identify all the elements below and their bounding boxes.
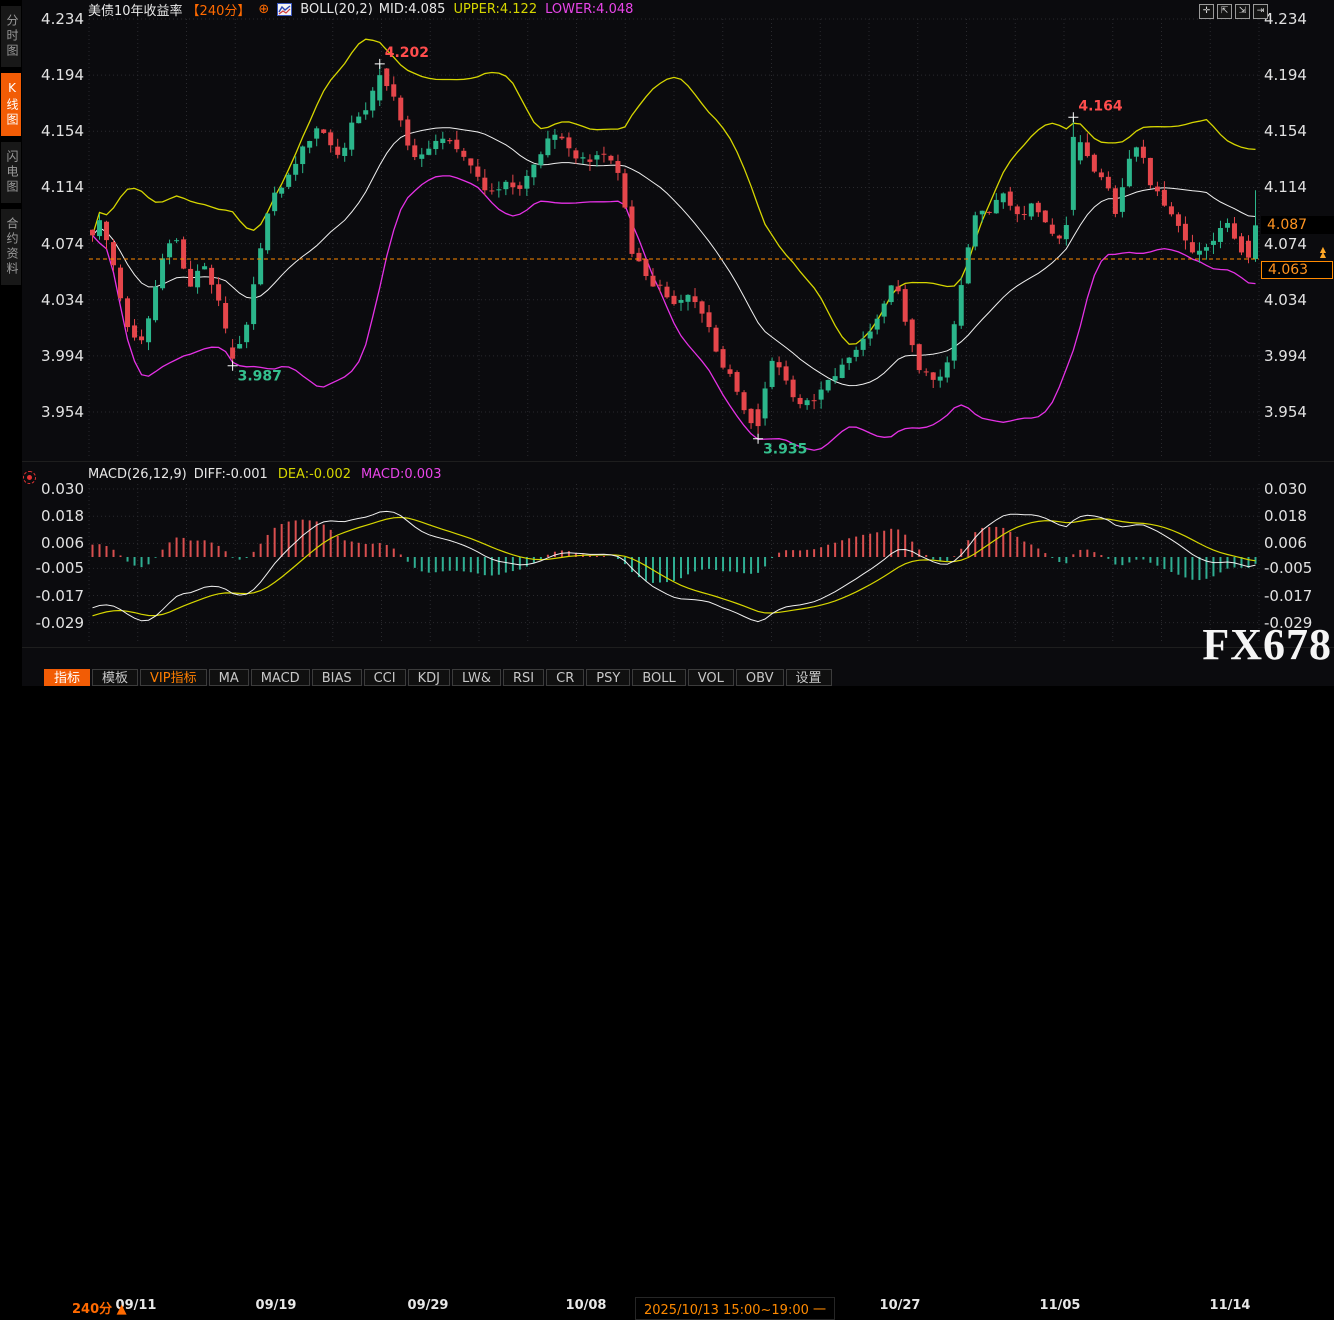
add-indicator-icon[interactable]: ⊕ (258, 3, 269, 16)
sidebar-tab-active[interactable]: K线图 (1, 73, 21, 136)
boll-mid-value: MID:4.085 (379, 2, 446, 17)
watermark: FX678 (1202, 624, 1332, 666)
indicator-toolbar: 指标模板VIP指标MAMACDBIASCCIKDJLW&RSICRPSYBOLL… (44, 669, 834, 686)
x-axis-row: 240分 ▲ 09/1109/1909/2910/082025/10/13 15… (0, 648, 1334, 668)
chart-type-icon (277, 3, 292, 16)
x-axis-date-label: 11/14 (1210, 1298, 1251, 1313)
chart-canvas[interactable]: 4.2023.9873.9354.164 (0, 0, 1334, 686)
y-axis-tick: 4.194 (1264, 67, 1307, 83)
toolbar-button-设置[interactable]: 设置 (786, 669, 832, 686)
toolbar-button-KDJ[interactable]: KDJ (408, 669, 450, 686)
y-axis-tick: 0.030 (1264, 481, 1307, 497)
boll-label: BOLL(20,2) (300, 2, 373, 17)
toolbar-button-VIP指标[interactable]: VIP指标 (140, 669, 207, 686)
y-axis-tick: -0.017 (1264, 588, 1312, 604)
y-axis-tick: 4.034 (1264, 292, 1307, 308)
left-sidebar: 分时图 K线图闪电图合约资料 (0, 0, 22, 686)
current-price-badge: 4.087 (1261, 216, 1334, 234)
toolbar-button-MACD[interactable]: MACD (251, 669, 310, 686)
main-chart-header: 美债10年收益率 【240分】 ⊕ BOLL(20,2) MID:4.085 U… (88, 1, 633, 18)
boll-lower-value: LOWER:4.048 (545, 2, 633, 17)
toolbar-button-BIAS[interactable]: BIAS (312, 669, 362, 686)
y-axis-tick: 4.234 (1264, 11, 1307, 27)
sidebar-tab-item[interactable]: 合约资料 (1, 209, 21, 285)
toolbar-button-指标[interactable]: 指标 (44, 669, 90, 686)
toolbar-button-BOLL[interactable]: BOLL (632, 669, 685, 686)
toolbar-button-PSY[interactable]: PSY (586, 669, 630, 686)
macd-label: MACD(26,12,9) (88, 467, 187, 482)
boll-upper-value: UPPER:4.122 (453, 2, 537, 17)
toolbar-button-RSI[interactable]: RSI (503, 669, 544, 686)
x-axis-date-label: 11/05 (1040, 1298, 1081, 1313)
selected-bar-tooltip: 2025/10/13 15:00~19:00 一 (635, 1297, 835, 1320)
period-label: 240分 (72, 1302, 112, 1317)
macd-diff-value: DIFF:-0.001 (194, 467, 268, 482)
x-axis-date-label: 10/27 (880, 1298, 921, 1313)
toolbar-button-MA[interactable]: MA (209, 669, 249, 686)
instrument-title: 美债10年收益率 (88, 0, 183, 19)
y-axis-tick: 0.006 (1264, 535, 1307, 551)
period-tag: 【240分】 (187, 0, 251, 19)
scale-x-icon[interactable]: ⇲ (1235, 4, 1250, 19)
pan-icon[interactable]: ✛ (1199, 4, 1214, 19)
toolbar-button-模板[interactable]: 模板 (92, 669, 138, 686)
macd-plot-area[interactable] (89, 484, 1259, 644)
y-axis-tick: 4.074 (1264, 236, 1307, 252)
toolbar-button-LW&[interactable]: LW& (452, 669, 501, 686)
toolbar-button-CR[interactable]: CR (546, 669, 584, 686)
scroll-to-latest-icon[interactable]: ▲▲ (1316, 247, 1330, 257)
chart-window: 4.2023.9873.9354.164 分时图 K线图闪电图合约资料 美债10年… (0, 0, 1334, 686)
scale-y-icon[interactable]: ⇱ (1217, 4, 1232, 19)
main-plot-area[interactable] (89, 19, 1259, 456)
y-axis-tick: 3.994 (1264, 348, 1307, 364)
x-axis-date-label: 09/19 (256, 1298, 297, 1313)
alert-blink-icon[interactable] (23, 471, 36, 484)
window-control-icons: ✛⇱⇲⇥ (1199, 4, 1268, 19)
toolbar-button-CCI[interactable]: CCI (364, 669, 406, 686)
macd-header: MACD(26,12,9) DIFF:-0.001 DEA:-0.002 MAC… (88, 466, 442, 482)
period-arrow-icon: ▲ (117, 1302, 127, 1317)
sidebar-tab-item[interactable]: 闪电图 (1, 142, 21, 203)
period-selector[interactable]: 240分 ▲ (72, 1298, 127, 1317)
y-axis-tick: 0.018 (1264, 508, 1307, 524)
toolbar-button-OBV[interactable]: OBV (736, 669, 784, 686)
y-axis-tick: 4.114 (1264, 179, 1307, 195)
export-icon[interactable]: ⇥ (1253, 4, 1268, 19)
y-axis-tick: 3.954 (1264, 404, 1307, 420)
x-axis-date-label: 09/29 (408, 1298, 449, 1313)
panel-divider (22, 461, 1334, 462)
sidebar-tab-item[interactable]: 分时图 (1, 6, 21, 67)
y-axis-tick: 4.154 (1264, 123, 1307, 139)
macd-macd-value: MACD:0.003 (361, 467, 442, 482)
macd-dea-value: DEA:-0.002 (278, 467, 351, 482)
alert-level-badge: 4.063 (1261, 261, 1333, 279)
y-axis-tick: -0.005 (1264, 560, 1312, 576)
x-axis-date-label: 10/08 (566, 1298, 607, 1313)
toolbar-button-VOL[interactable]: VOL (688, 669, 734, 686)
